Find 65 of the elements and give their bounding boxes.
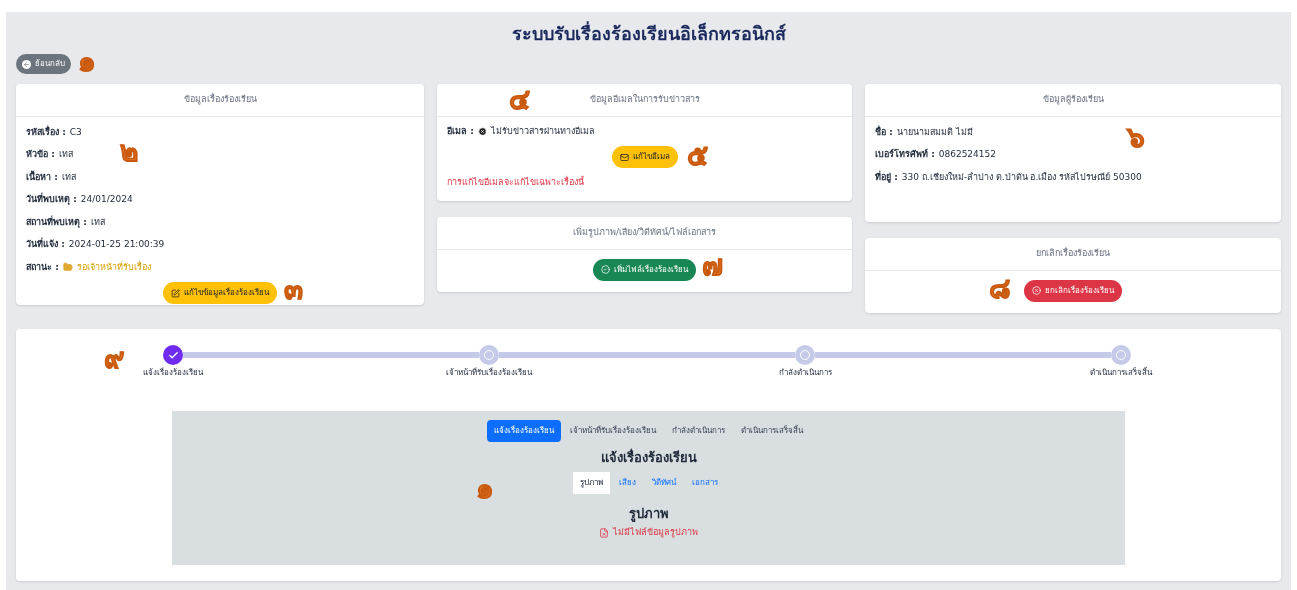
field-label: เนื้อหา : [26,170,58,184]
status-text: รอเจ้าหน้าที่รับเรื่อง [76,260,151,274]
callout-number: ๔ [509,86,530,114]
field-label: อีเมล : [447,124,474,138]
card-header: ข้อมูลผู้ร้องเรียน [865,84,1281,117]
field-value: เทส [90,215,105,229]
field-label: สถานที่พบเหตุ : [26,215,87,229]
field-value: เทส [58,148,73,161]
field-value: นายนามสมมติ ไม่มี [896,125,973,139]
media-tab[interactable]: วิดีทัศน์ [644,471,683,494]
section-title: รูปภาพ [628,504,669,523]
field-label: ชื่อ : [875,125,893,139]
field-value: 24/01/2024 [80,193,133,206]
back-button[interactable]: ย้อนกลับ [16,54,71,74]
field-value: เทส [61,170,76,184]
x-circle-icon [477,126,487,136]
status-tab[interactable]: กำลังดำเนินการ [665,420,732,442]
callout-number: ๑ [78,48,96,76]
media-tab[interactable]: เสียง [611,471,643,494]
card-header: ยกเลิกเรื่องร้องเรียน [865,238,1281,271]
edit-complaint-button[interactable]: แก้ไขข้อมูลเรื่องร้องเรียน [163,282,277,304]
field-label: ที่อยู่ : [875,170,898,184]
field-value: 330 ถ.เชียงใหม่-ลำปาง ต.ป่าตัน อ.เมือง รหัสไปรษณีย์ 50300 [901,170,1142,184]
mail-icon [619,152,629,162]
callout-number: ๑ [476,475,494,503]
empty-message: ไม่มีไฟล์ข้อมูลรูปภาพ [613,526,698,540]
field-value: C3 [69,125,82,139]
field-label: หัวข้อ : [26,148,55,161]
step-label: เจ้าหน้าที่รับเรื่องร้องเรียน [446,367,532,379]
field-label: สถานะ : [26,260,59,274]
card-header: เพิ่มรูปภาพ/เสียง/วิดีทัศน์/ไฟล์เอกสาร [437,217,852,250]
callout-number: ๙ [104,345,125,373]
field-value: ไม่รับข่าวสารผ่านทางอีเมล [490,124,595,138]
check-circle-icon [601,265,610,274]
field-label: เบอร์โทรศัพท์ : [875,148,935,161]
field-label: วันที่แจ้ง : [26,238,65,251]
callout-number: ๒ [120,138,138,166]
note-text: การแก้ไขอีเมลจะแก้ไขเฉพาะเรื่องนี้ [447,176,585,189]
field-label: วันที่พบเหตุ : [26,193,77,207]
callout-number: ๖ [1127,124,1145,152]
file-x-icon [599,527,609,538]
callout-number: ๘ [989,274,1011,303]
callout-number: ๕ [687,142,708,170]
x-circle-icon [1032,286,1041,295]
cancel-complaint-button[interactable]: ยกเลิกเรื่องร้องเรียน [1024,279,1122,302]
field-value: 0862524152 [938,148,996,161]
edit-icon [171,288,180,298]
field-value: 2024-01-25 21:00:39 [68,238,165,251]
status-tab[interactable]: ดำเนินการเสร็จสิ้น [734,420,810,442]
edit-email-button[interactable]: แก้ไขอีเมล [611,146,678,168]
step-label: กำลังดำเนินการ [778,367,832,379]
media-tab[interactable]: รูปภาพ [572,471,610,494]
media-tab[interactable]: เอกสาร [684,471,725,494]
panel-heading: แจ้งเรื่องร้องเรียน [600,448,697,467]
field-label: รหัสเรื่อง : [26,125,66,139]
add-file-button[interactable]: เพิ่มไฟล์เรื่องร้องเรียน [593,258,696,281]
callout-number: ๓ [284,276,303,304]
page-title: ระบบรับเรื่องร้องเรียนอิเล็กทรอนิกส์ [511,23,786,44]
card-header: ข้อมูลเรื่องร้องเรียน [16,84,424,117]
status-tab[interactable]: เจ้าหน้าที่รับเรื่องร้องเรียน [563,420,663,442]
status-tab[interactable]: แจ้งเรื่องร้องเรียน [487,420,561,442]
callout-number: ๗ [702,251,723,280]
folder-icon [62,262,73,273]
step-label: แจ้งเรื่องร้องเรียน [143,367,203,379]
step-label: ดำเนินการเสร็จสิ้น [1090,367,1152,379]
